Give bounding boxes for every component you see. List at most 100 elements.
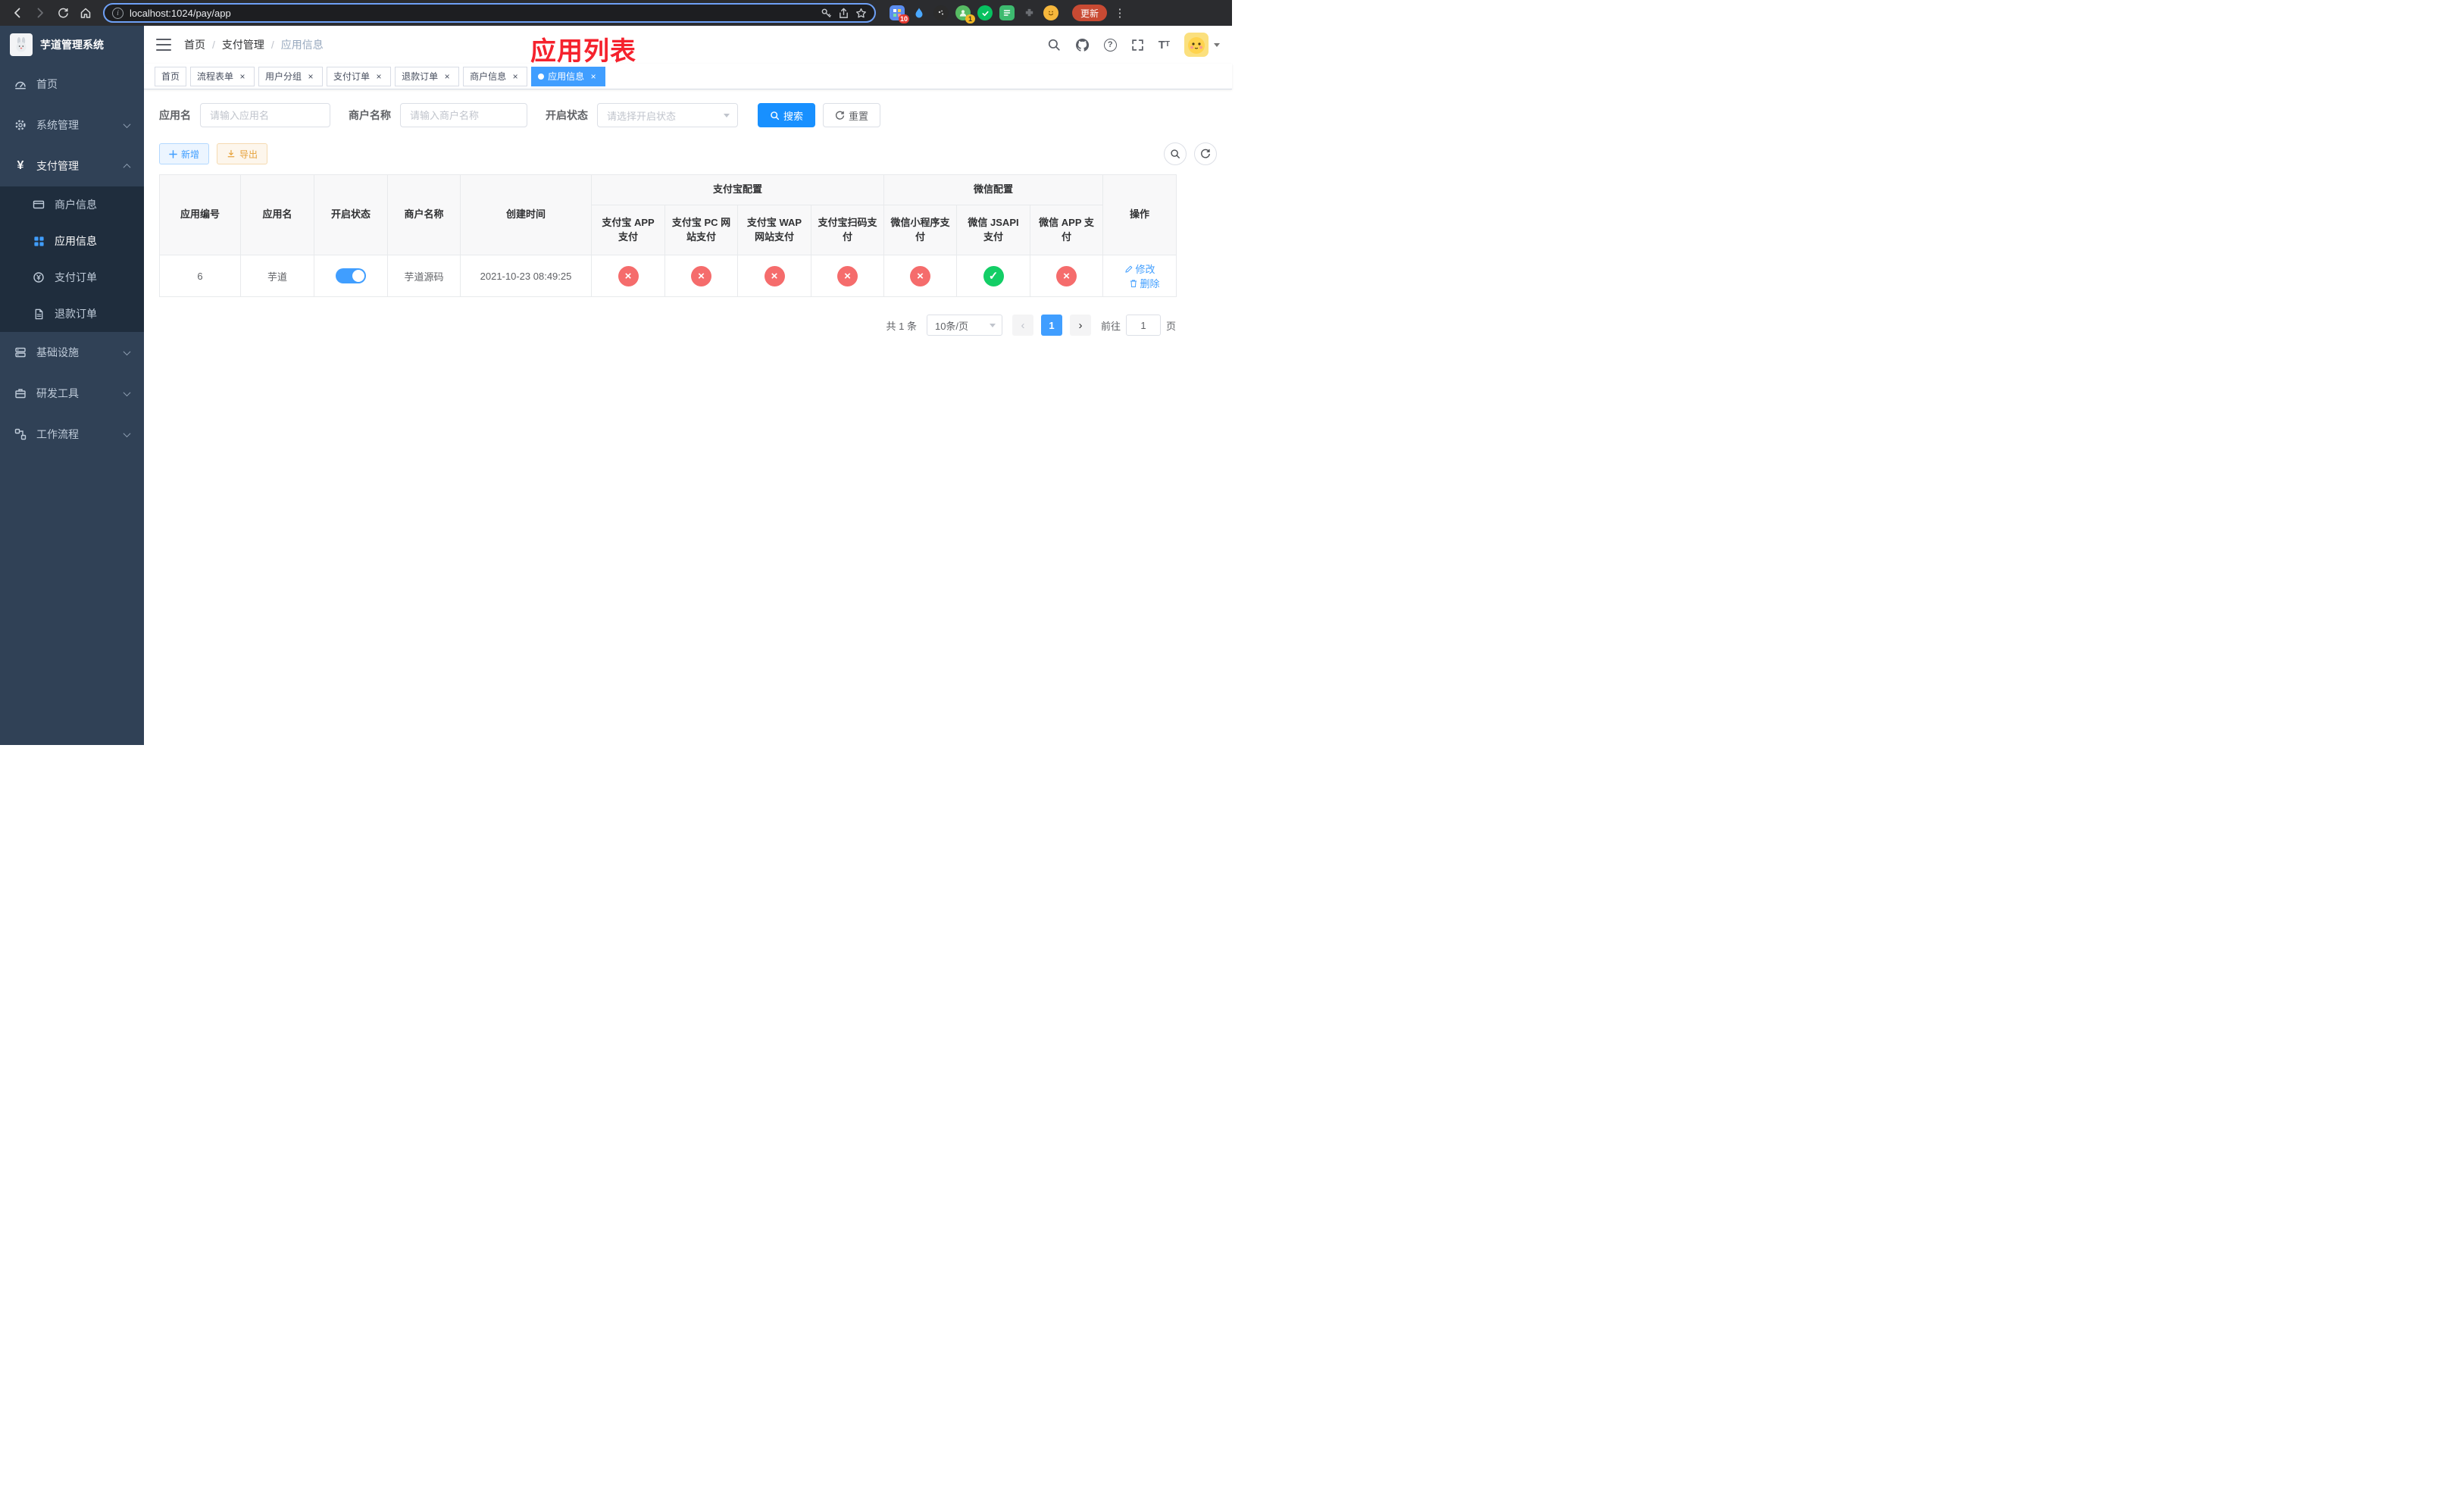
- info-icon[interactable]: [112, 7, 124, 19]
- chevron-down-icon: [123, 429, 131, 437]
- cell-alipay-app: ×: [591, 255, 665, 297]
- extension-notes-icon[interactable]: [999, 5, 1015, 20]
- browser-back-button[interactable]: [8, 3, 27, 23]
- server-icon: [14, 346, 27, 358]
- sidebar-item-infrastructure[interactable]: 基础设施: [0, 332, 144, 373]
- tab-app-info[interactable]: 应用信息: [531, 66, 606, 86]
- sidebar-item-payment[interactable]: ¥ 支付管理: [0, 146, 144, 186]
- tab-payment-order[interactable]: 支付订单: [327, 66, 392, 86]
- sidebar-item-home[interactable]: 首页: [0, 64, 144, 105]
- sidebar-toggle-button[interactable]: [156, 39, 171, 51]
- browser-menu-button[interactable]: [1113, 6, 1127, 20]
- column-header-actions: 操作: [1102, 174, 1177, 255]
- delete-link[interactable]: 删除: [1129, 276, 1160, 290]
- extension-grid-icon[interactable]: 10: [890, 5, 909, 23]
- switch-knob: [352, 270, 364, 282]
- extension-drop-icon[interactable]: [911, 5, 927, 20]
- chevron-down-icon: [989, 323, 996, 327]
- column-header-app-id: 应用编号: [159, 174, 241, 255]
- key-icon[interactable]: [821, 8, 832, 19]
- font-size-icon[interactable]: [1159, 39, 1170, 51]
- page-number-button[interactable]: 1: [1040, 315, 1062, 336]
- search-icon[interactable]: [1047, 38, 1061, 52]
- forward-icon: [37, 8, 43, 18]
- refresh-icon: [835, 111, 845, 120]
- sidebar-item-merchant-info[interactable]: 商户信息: [0, 186, 144, 223]
- extension-wechat-icon[interactable]: [977, 5, 993, 20]
- close-icon[interactable]: [588, 71, 599, 82]
- column-header-wx-app: 微信 APP 支付: [1030, 205, 1104, 255]
- bookmark-star-icon[interactable]: [855, 8, 867, 19]
- goto-page-input[interactable]: [1125, 315, 1161, 336]
- tab-user-group[interactable]: 用户分组: [258, 66, 324, 86]
- close-icon[interactable]: [305, 71, 316, 82]
- sidebar-item-payment-order[interactable]: 支付订单: [0, 259, 144, 296]
- share-icon[interactable]: [838, 8, 849, 19]
- breadcrumb-home[interactable]: 首页: [184, 37, 222, 52]
- pagination: 共 1 条 10条/页 1 前往 页: [159, 315, 1176, 336]
- browser-forward-button[interactable]: [30, 3, 50, 23]
- tab-refund-order[interactable]: 退款订单: [395, 66, 460, 86]
- sidebar-item-refund-order[interactable]: 退款订单: [0, 296, 144, 332]
- app-table: 应用编号 应用名 开启状态 商户名称 创建时间 支付宝配置 微信配置 操作 支付…: [159, 174, 1177, 297]
- sidebar-item-workflow[interactable]: 工作流程: [0, 414, 144, 455]
- merchant-name-label: 商户名称: [349, 109, 391, 121]
- status-select-placeholder: 请选择开启状态: [607, 110, 677, 122]
- chevron-down-icon: [1214, 42, 1220, 47]
- add-button[interactable]: 新增: [159, 143, 210, 164]
- config-status-icon: ×: [691, 265, 711, 286]
- close-icon[interactable]: [442, 71, 452, 82]
- sidebar-item-label: 研发工具: [36, 387, 79, 399]
- browser-update-button[interactable]: 更新: [1072, 5, 1108, 21]
- sidebar-item-label: 应用信息: [55, 235, 97, 247]
- refresh-icon: [1201, 149, 1210, 158]
- reset-button[interactable]: 重置: [823, 103, 881, 127]
- app-name-input[interactable]: [200, 103, 330, 127]
- breadcrumb-payment[interactable]: 支付管理: [222, 37, 281, 52]
- sidebar-item-app-info[interactable]: 应用信息: [0, 223, 144, 259]
- chevron-up-icon: [123, 163, 131, 171]
- refresh-table-button[interactable]: [1194, 142, 1217, 165]
- status-select[interactable]: 请选择开启状态: [597, 103, 738, 127]
- download-icon: [227, 149, 235, 158]
- browser-refresh-button[interactable]: [53, 3, 73, 23]
- sidebar-item-system[interactable]: 系统管理: [0, 105, 144, 146]
- filter-form: 应用名 商户名称 开启状态 请选择开启状态 搜索: [159, 103, 1217, 127]
- active-dot: [538, 73, 545, 80]
- credit-card-icon: [33, 199, 45, 211]
- user-menu[interactable]: [1184, 33, 1220, 57]
- back-icon: [14, 8, 20, 18]
- help-icon[interactable]: [1103, 38, 1117, 52]
- export-button[interactable]: 导出: [217, 143, 268, 164]
- sidebar-item-label: 退款订单: [55, 308, 97, 320]
- tab-home[interactable]: 首页: [155, 66, 187, 86]
- github-icon[interactable]: [1075, 38, 1090, 52]
- close-icon[interactable]: [374, 71, 384, 82]
- browser-home-button[interactable]: [76, 3, 95, 23]
- search-button[interactable]: 搜索: [758, 103, 816, 127]
- tab-merchant-info[interactable]: 商户信息: [463, 66, 528, 86]
- close-icon[interactable]: [510, 71, 521, 82]
- fullscreen-icon[interactable]: [1131, 39, 1144, 52]
- extension-cookie-icon[interactable]: [933, 5, 949, 20]
- sidebar-item-dev-tools[interactable]: 研发工具: [0, 373, 144, 414]
- merchant-name-input[interactable]: [400, 103, 527, 127]
- status-switch[interactable]: [336, 268, 366, 283]
- next-page-button[interactable]: [1069, 315, 1091, 336]
- column-header-alipay-qr: 支付宝扫码支付: [810, 205, 885, 255]
- page-size-select[interactable]: 10条/页: [926, 315, 1002, 336]
- extension-puzzle-icon[interactable]: [1021, 5, 1037, 20]
- extension-emoji-icon[interactable]: [1043, 5, 1058, 20]
- close-icon[interactable]: [237, 71, 248, 82]
- toggle-search-button[interactable]: [1164, 142, 1187, 165]
- extension-avatar-icon[interactable]: 1: [955, 5, 975, 23]
- sidebar-item-label: 支付管理: [36, 160, 79, 172]
- cell-app-name: 芋道: [240, 255, 314, 297]
- workflow-icon: [14, 428, 27, 440]
- edit-link[interactable]: 修改: [1124, 261, 1155, 276]
- tab-process-form[interactable]: 流程表单: [190, 66, 255, 86]
- prev-page-button[interactable]: [1012, 315, 1033, 336]
- status-label: 开启状态: [546, 109, 588, 121]
- address-bar[interactable]: localhost:1024/pay/app: [103, 3, 876, 23]
- app-logo[interactable]: 芋道管理系统: [0, 26, 144, 64]
